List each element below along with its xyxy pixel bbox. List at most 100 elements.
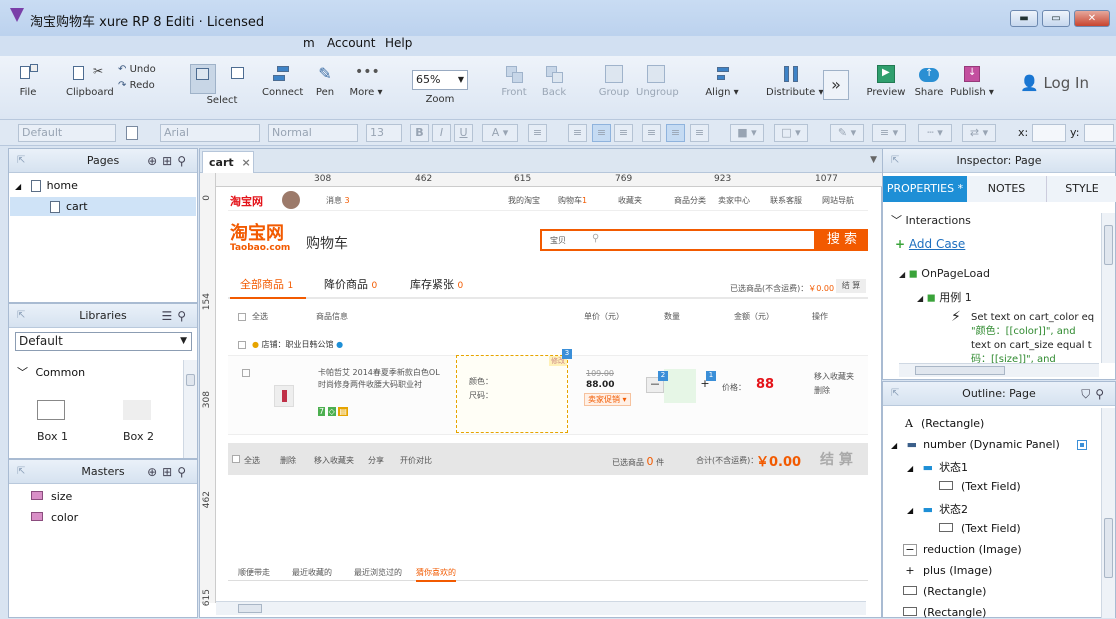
- inspector-v-scrollbar[interactable]: [1101, 213, 1115, 363]
- master-item-color[interactable]: color: [31, 511, 78, 524]
- footer-compare[interactable]: 开价对比: [400, 455, 432, 466]
- clipboard-button[interactable]: ✂ Clipboard: [66, 64, 114, 98]
- footer-select-all[interactable]: 全选: [244, 455, 260, 466]
- filter-search-icons[interactable]: ⛉⚲: [1081, 382, 1109, 406]
- link-customer-service[interactable]: 联系客服: [770, 195, 802, 206]
- share-button[interactable]: ↑ Share: [912, 64, 946, 98]
- event-onpageload[interactable]: ◢ ◼ OnPageLoad: [899, 267, 990, 280]
- libraries-actions[interactable]: ☰⚲: [161, 304, 191, 328]
- font-select[interactable]: Arial: [160, 124, 260, 142]
- tab-take-along[interactable]: 顺便带走: [238, 567, 270, 578]
- y-input[interactable]: [1084, 124, 1114, 142]
- page-item-home[interactable]: ◢ home: [15, 179, 78, 192]
- zoom-select[interactable]: 65% ▼: [412, 70, 468, 90]
- tab-cart[interactable]: cart ×: [202, 151, 254, 174]
- menu-item-account[interactable]: Account: [327, 36, 375, 50]
- pen-button[interactable]: ✎ Pen: [310, 64, 340, 98]
- item-checkbox[interactable]: [242, 369, 250, 377]
- library-group-common[interactable]: ﹀ Common: [17, 364, 85, 380]
- master-item-size[interactable]: size: [31, 490, 72, 503]
- menu-item-help[interactable]: Help: [385, 36, 412, 50]
- library-select[interactable]: Default ▼: [15, 332, 192, 351]
- footer-share[interactable]: 分享: [368, 455, 384, 466]
- shadow-button[interactable]: □ ▾: [774, 124, 808, 142]
- move-to-favorites-link[interactable]: 移入收藏夹: [814, 371, 854, 382]
- bullet-list-icon[interactable]: ≡: [528, 124, 547, 142]
- box2-widget-icon[interactable]: [123, 400, 151, 420]
- masters-actions[interactable]: ⊕⊞⚲: [147, 460, 191, 484]
- pages-actions[interactable]: ⊕⊞⚲: [147, 149, 191, 173]
- shop-name[interactable]: ● 店铺：职业日韩公馆 ●: [252, 339, 343, 350]
- close-tab-icon[interactable]: ×: [241, 156, 250, 169]
- inspector-h-scrollbar[interactable]: [899, 363, 1099, 377]
- tab-price-drop[interactable]: 降价商品 0: [324, 275, 377, 296]
- avatar[interactable]: [282, 191, 300, 209]
- outline-item[interactable]: + plus (Image): [903, 564, 992, 578]
- pin-icon[interactable]: ⇱: [891, 149, 899, 173]
- select-contained-button[interactable]: [225, 64, 251, 84]
- maximize-button[interactable]: ▭: [1042, 10, 1070, 27]
- publish-button[interactable]: ↓ Publish ▾: [950, 64, 994, 98]
- menu-item-arrange[interactable]: m: [303, 36, 315, 50]
- footer-settle-button[interactable]: 结 算: [820, 449, 853, 469]
- tab-low-stock[interactable]: 库存紧张 0: [410, 275, 463, 296]
- ungroup-button[interactable]: Ungroup: [636, 64, 679, 98]
- distribute-button[interactable]: Distribute ▾: [766, 64, 823, 98]
- login-button[interactable]: 👤 Log In: [1020, 74, 1089, 92]
- italic-button[interactable]: I: [432, 124, 451, 142]
- underline-button[interactable]: U: [454, 124, 473, 142]
- outline-item[interactable]: (Rectangle): [903, 585, 986, 598]
- promo-dropdown[interactable]: 卖家促销 ▾: [584, 393, 631, 406]
- interactions-section[interactable]: ﹀ Interactions: [891, 212, 971, 228]
- search-button[interactable]: 搜 索: [816, 229, 868, 251]
- x-input[interactable]: [1032, 124, 1066, 142]
- add-case-link[interactable]: + Add Case: [895, 237, 965, 251]
- outline-v-scrollbar[interactable]: [1101, 408, 1115, 618]
- pin-icon[interactable]: ⇱: [17, 304, 25, 328]
- select-mode-button[interactable]: [190, 64, 216, 94]
- minimize-button[interactable]: ▬: [1010, 10, 1038, 27]
- arrow-style-button[interactable]: ⇄ ▾: [962, 124, 996, 142]
- box1-widget-icon[interactable]: [37, 400, 65, 420]
- tab-recent-viewed[interactable]: 最近浏览过的: [354, 567, 402, 578]
- collapse-arrow-icon[interactable]: ◢: [15, 182, 21, 191]
- fill-color-button[interactable]: ■ ▾: [730, 124, 764, 142]
- tab-all-items[interactable]: 全部商品 1: [230, 275, 306, 299]
- search-box[interactable]: 宝贝 ⚲: [540, 229, 816, 251]
- tab-you-may-like[interactable]: 猜你喜欢的: [416, 567, 456, 582]
- outline-item[interactable]: ◢ ▬ 状态2: [907, 501, 968, 517]
- tab-recent-favorites[interactable]: 最近收藏的: [292, 567, 332, 578]
- font-size-select[interactable]: 13: [366, 124, 402, 142]
- pin-icon[interactable]: ⇱: [891, 382, 899, 406]
- weight-select[interactable]: Normal: [268, 124, 358, 142]
- valign-middle-icon[interactable]: ≡: [666, 124, 685, 142]
- footer-select-all-checkbox[interactable]: [232, 455, 240, 463]
- preview-button[interactable]: ▶ Preview: [866, 64, 906, 98]
- footer-delete[interactable]: 删除: [280, 455, 296, 466]
- outline-item[interactable]: (Rectangle): [903, 606, 986, 619]
- design-surface[interactable]: 淘宝网 消息 3 我的淘宝 购物车1 收藏夹 商品分类 卖家中心 联系客服 网站…: [228, 189, 868, 599]
- item-thumbnail[interactable]: [274, 385, 294, 407]
- line-width-button[interactable]: ≡ ▾: [872, 124, 906, 142]
- bold-button[interactable]: B: [410, 124, 429, 142]
- align-left-text-icon[interactable]: ≡: [568, 124, 587, 142]
- pin-icon[interactable]: ⇱: [17, 149, 25, 173]
- line-color-button[interactable]: ✎ ▾: [830, 124, 864, 142]
- more-button[interactable]: ••• More ▾: [348, 64, 384, 98]
- valign-top-icon[interactable]: ≡: [642, 124, 661, 142]
- group-button[interactable]: Group: [598, 64, 630, 98]
- tab-style[interactable]: STYLE: [1047, 176, 1116, 202]
- align-button[interactable]: Align ▾: [704, 64, 740, 98]
- link-my-taobao[interactable]: 我的淘宝: [508, 195, 540, 206]
- action-text[interactable]: Set text on cart_color eq "颜色：[[color]]"…: [971, 311, 1101, 367]
- settle-top-button[interactable]: 结 算: [836, 279, 866, 293]
- outline-item[interactable]: A (Rectangle): [905, 417, 984, 430]
- libraries-scrollbar[interactable]: [183, 360, 197, 458]
- qty-input[interactable]: [664, 369, 696, 403]
- outline-item[interactable]: − reduction (Image): [903, 543, 1022, 556]
- case-item[interactable]: ◢ ◼ 用例 1: [917, 289, 972, 305]
- outline-item[interactable]: ◢ ▬ 状态1: [907, 459, 968, 475]
- tab-properties[interactable]: PROPERTIES *: [883, 176, 967, 202]
- front-button[interactable]: Front: [498, 64, 530, 98]
- redo-button[interactable]: ↷ Redo: [118, 80, 164, 91]
